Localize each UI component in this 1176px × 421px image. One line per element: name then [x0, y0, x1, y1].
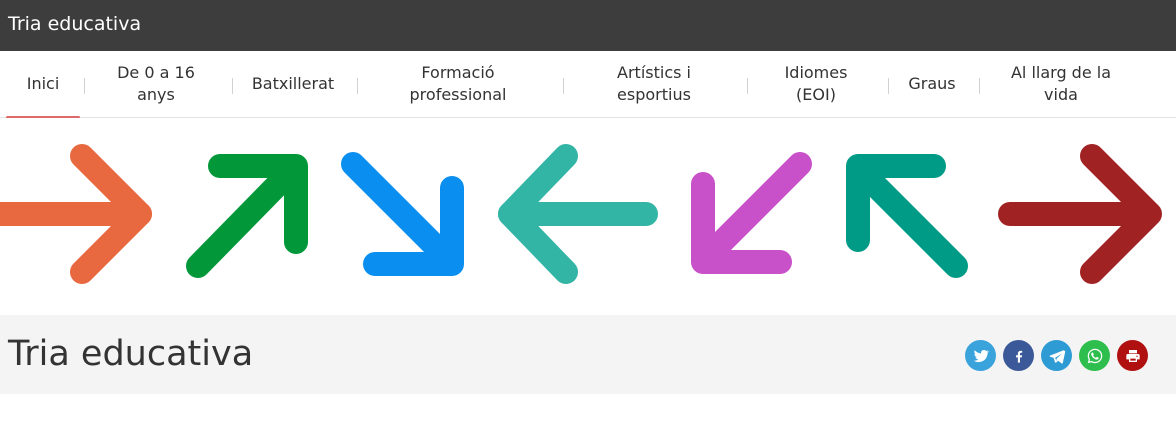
- nav-separator: [747, 78, 748, 94]
- facebook-icon: [1015, 350, 1022, 363]
- nav-item-label: Formació professional: [409, 63, 507, 104]
- nav-separator: [888, 78, 889, 94]
- main-navigation: Inici De 0 a 16 anys Batxillerat Formaci…: [0, 51, 1176, 119]
- arrow-up-left-icon: [846, 154, 968, 278]
- nav-item-label: De 0 a 16 anys: [117, 63, 195, 104]
- share-whatsapp-button[interactable]: [1079, 340, 1110, 371]
- nav-item-formacio-professional[interactable]: Formació professional: [375, 51, 541, 117]
- nav-item-label: Idiomes (EOI): [784, 63, 848, 104]
- arrow-right-icon: [998, 144, 1162, 284]
- arrow-down-right-icon: [341, 152, 464, 276]
- page-title: Tria educativa: [8, 334, 254, 374]
- print-icon: [1125, 349, 1140, 362]
- arrow-right-icon: [0, 144, 152, 284]
- nav-item-label: Inici: [26, 74, 60, 93]
- nav-item-al-llarg-de-la-vida[interactable]: Al llarg de la vida: [996, 51, 1126, 117]
- share-telegram-button[interactable]: [1041, 340, 1072, 371]
- nav-item-batxillerat[interactable]: Batxillerat: [246, 51, 340, 117]
- arrows-graphic: [0, 144, 1162, 284]
- arrow-left-icon: [498, 144, 658, 284]
- nav-item-graus[interactable]: Graus: [901, 51, 963, 117]
- share-buttons: [965, 340, 1148, 371]
- arrow-down-left-icon: [691, 152, 812, 274]
- nav-item-inici[interactable]: Inici: [6, 51, 80, 119]
- nav-item-artistics-i-esportius[interactable]: Artístics i esportius: [578, 51, 730, 117]
- twitter-icon: [973, 349, 989, 362]
- nav-item-label: Artístics i esportius: [617, 63, 691, 104]
- share-twitter-button[interactable]: [965, 340, 996, 371]
- arrows-banner: [0, 118, 1176, 314]
- print-button[interactable]: [1117, 340, 1148, 371]
- nav-separator: [357, 78, 358, 94]
- nav-separator: [563, 78, 564, 94]
- nav-item-idiomes-eoi[interactable]: Idiomes (EOI): [762, 51, 870, 117]
- arrow-up-right-icon: [186, 154, 308, 278]
- nav-item-label: Batxillerat: [251, 74, 335, 93]
- nav-item-label: Graus: [908, 74, 956, 93]
- share-facebook-button[interactable]: [1003, 340, 1034, 371]
- whatsapp-icon: [1087, 348, 1102, 363]
- nav-separator: [979, 78, 980, 94]
- nav-separator: [232, 78, 233, 94]
- app-title[interactable]: Tria educativa: [8, 12, 141, 36]
- nav-item-de-0-a-16-anys[interactable]: De 0 a 16 anys: [100, 51, 212, 117]
- nav-separator: [84, 78, 85, 94]
- nav-item-label: Al llarg de la vida: [1010, 63, 1112, 104]
- top-bar: Tria educativa: [0, 0, 1176, 51]
- telegram-icon: [1049, 349, 1065, 364]
- page-header: Tria educativa: [0, 315, 1176, 394]
